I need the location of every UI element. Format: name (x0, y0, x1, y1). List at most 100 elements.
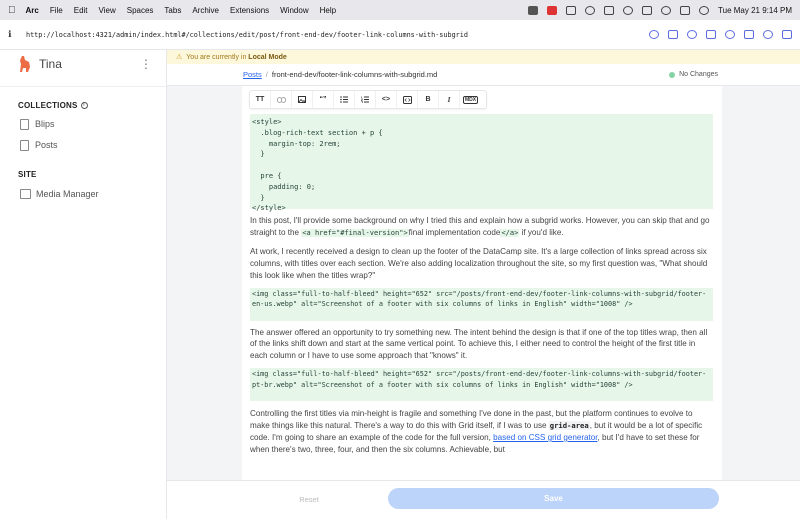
browser-url-bar: ℹ http://localhost:4321/admin/index.html… (0, 20, 800, 50)
sidebar-item-label: Blips (35, 119, 55, 129)
save-status: No Changes (669, 71, 718, 78)
globe-icon[interactable] (725, 30, 735, 39)
quote-button[interactable]: “” (313, 91, 334, 108)
breadcrumb-file: front-end-dev/footer-link-columns-with-s… (271, 70, 438, 79)
warning-icon: ⚠ (176, 54, 183, 61)
sidebar-item-label: Media Manager (36, 189, 99, 199)
image-icon (298, 96, 306, 103)
menu-icon[interactable] (782, 30, 792, 39)
more-options-icon[interactable]: ⋮ (140, 57, 152, 71)
code-block-icon (402, 95, 412, 104)
document-icon (20, 139, 29, 151)
code-block-img-1[interactable]: <img class="full-to-half-bleed" height="… (250, 287, 713, 321)
site-heading: SITE (18, 170, 37, 179)
menu-extensions[interactable]: Extensions (230, 6, 269, 15)
macos-menubar:  Arc File Edit View Spaces Tabs Archive… (0, 0, 800, 20)
breadcrumb: Posts / front-end-dev/footer-link-column… (167, 64, 800, 86)
browser-tools (649, 30, 792, 39)
camera-icon[interactable] (687, 30, 697, 39)
cloud-icon[interactable] (604, 5, 615, 15)
code-block-button[interactable] (397, 91, 418, 108)
menu-spaces[interactable]: Spaces (127, 6, 154, 15)
code-button[interactable]: <> (376, 91, 397, 108)
mdx-button[interactable]: MDX (460, 91, 481, 108)
sidebar-item-posts[interactable]: Posts (0, 139, 166, 151)
numbered-list-button[interactable] (355, 91, 376, 108)
control-center-icon[interactable] (680, 5, 691, 15)
menu-view[interactable]: View (99, 6, 116, 15)
info-icon[interactable]: i (80, 102, 88, 109)
bold-button[interactable]: B (418, 91, 439, 108)
tina-llama-logo (20, 56, 30, 72)
menu-app[interactable]: Arc (26, 6, 39, 15)
paragraph-1[interactable]: In this post, I'll provide some backgrou… (250, 215, 713, 240)
local-mode-banner: ⚠ You are currently in Local Mode (167, 50, 800, 64)
menu-window[interactable]: Window (280, 6, 308, 15)
bag-icon[interactable] (642, 5, 653, 15)
paragraph-3[interactable]: The answer offered an opportunity to try… (250, 327, 713, 363)
menu-edit[interactable]: Edit (74, 6, 88, 15)
link-button[interactable] (271, 91, 292, 108)
form-footer: Reset Save (167, 480, 800, 519)
bullet-list-icon (340, 96, 348, 103)
siri-icon[interactable] (699, 5, 710, 15)
breadcrumb-separator: / (265, 70, 268, 79)
text-run: final implementation code (408, 227, 501, 237)
css-grid-generator-link[interactable]: based on CSS grid generator (493, 433, 597, 442)
breadcrumb-posts-link[interactable]: Posts (243, 70, 262, 79)
collections-heading: COLLECTIONS i (0, 101, 166, 110)
rich-text-editor[interactable]: TT “” <> B I MDX <style> .blog-rich-text… (242, 86, 722, 480)
link-icon[interactable] (649, 30, 659, 39)
heading-button[interactable]: TT (250, 91, 271, 108)
banner-text: You are currently in (186, 53, 247, 61)
reset-button[interactable]: Reset (269, 489, 349, 509)
menubar-status-area: Tue May 21 9:14 PM (528, 5, 792, 15)
document-icon (20, 118, 29, 130)
inline-code: <a href="#final-version"> (301, 228, 409, 237)
status-text: No Changes (679, 71, 718, 78)
menu-tabs[interactable]: Tabs (164, 6, 181, 15)
app-status-icon[interactable] (547, 5, 558, 15)
battery-icon[interactable] (566, 5, 577, 15)
sidebar-item-label: Posts (35, 140, 58, 150)
apple-icon[interactable]:  (8, 5, 16, 16)
sidebar-item-blips[interactable]: Blips (0, 118, 166, 130)
italic-button[interactable]: I (439, 91, 460, 108)
image-button[interactable] (292, 91, 313, 108)
inline-code: grid-area (548, 421, 590, 431)
code-icon[interactable] (763, 30, 773, 39)
menu-help[interactable]: Help (320, 6, 336, 15)
inline-code: </a> (500, 228, 520, 237)
sidebar-icon[interactable] (706, 30, 716, 39)
site-info-icon[interactable]: ℹ (8, 30, 22, 40)
numbered-list-icon (361, 96, 369, 103)
link-icon (276, 96, 286, 103)
paragraph-4[interactable]: Controlling the first titles via min-hei… (250, 408, 713, 456)
url-field[interactable]: http://localhost:4321/admin/index.html#/… (26, 31, 468, 39)
brand-name: Tina (39, 57, 62, 71)
code-block-style[interactable]: <style> .blog-rich-text section + p { ma… (250, 114, 713, 212)
play-icon[interactable] (623, 5, 634, 15)
editor-content[interactable]: <style> .blog-rich-text section + p { ma… (250, 114, 713, 456)
save-button[interactable]: Save (388, 488, 719, 509)
sidebar-item-media-manager[interactable]: Media Manager (0, 188, 166, 200)
mdx-label: MDX (462, 95, 479, 104)
notion-icon[interactable] (528, 5, 539, 15)
menu-archive[interactable]: Archive (192, 6, 219, 15)
status-dot-icon (669, 71, 676, 78)
text-run: if you'd like. (519, 227, 564, 237)
wifi-icon[interactable] (661, 5, 672, 15)
capture-icon[interactable] (668, 30, 678, 39)
code-block-img-2[interactable]: <img class="full-to-half-bleed" height="… (250, 368, 713, 402)
brand: Tina ⋮ (0, 50, 166, 78)
menu-file[interactable]: File (50, 6, 63, 15)
menubar-clock[interactable]: Tue May 21 9:14 PM (718, 6, 792, 15)
grid-icon[interactable] (585, 5, 596, 15)
sidebar-divider (0, 86, 166, 87)
editor-toolbar: TT “” <> B I MDX (249, 90, 487, 109)
paragraph-2[interactable]: At work, I recently received a design to… (250, 246, 713, 282)
media-icon (20, 189, 31, 199)
bullet-list-button[interactable] (334, 91, 355, 108)
split-view-icon[interactable] (744, 30, 754, 39)
cms-sidebar: Tina ⋮ COLLECTIONS i Blips Posts SITE Me… (0, 50, 167, 519)
